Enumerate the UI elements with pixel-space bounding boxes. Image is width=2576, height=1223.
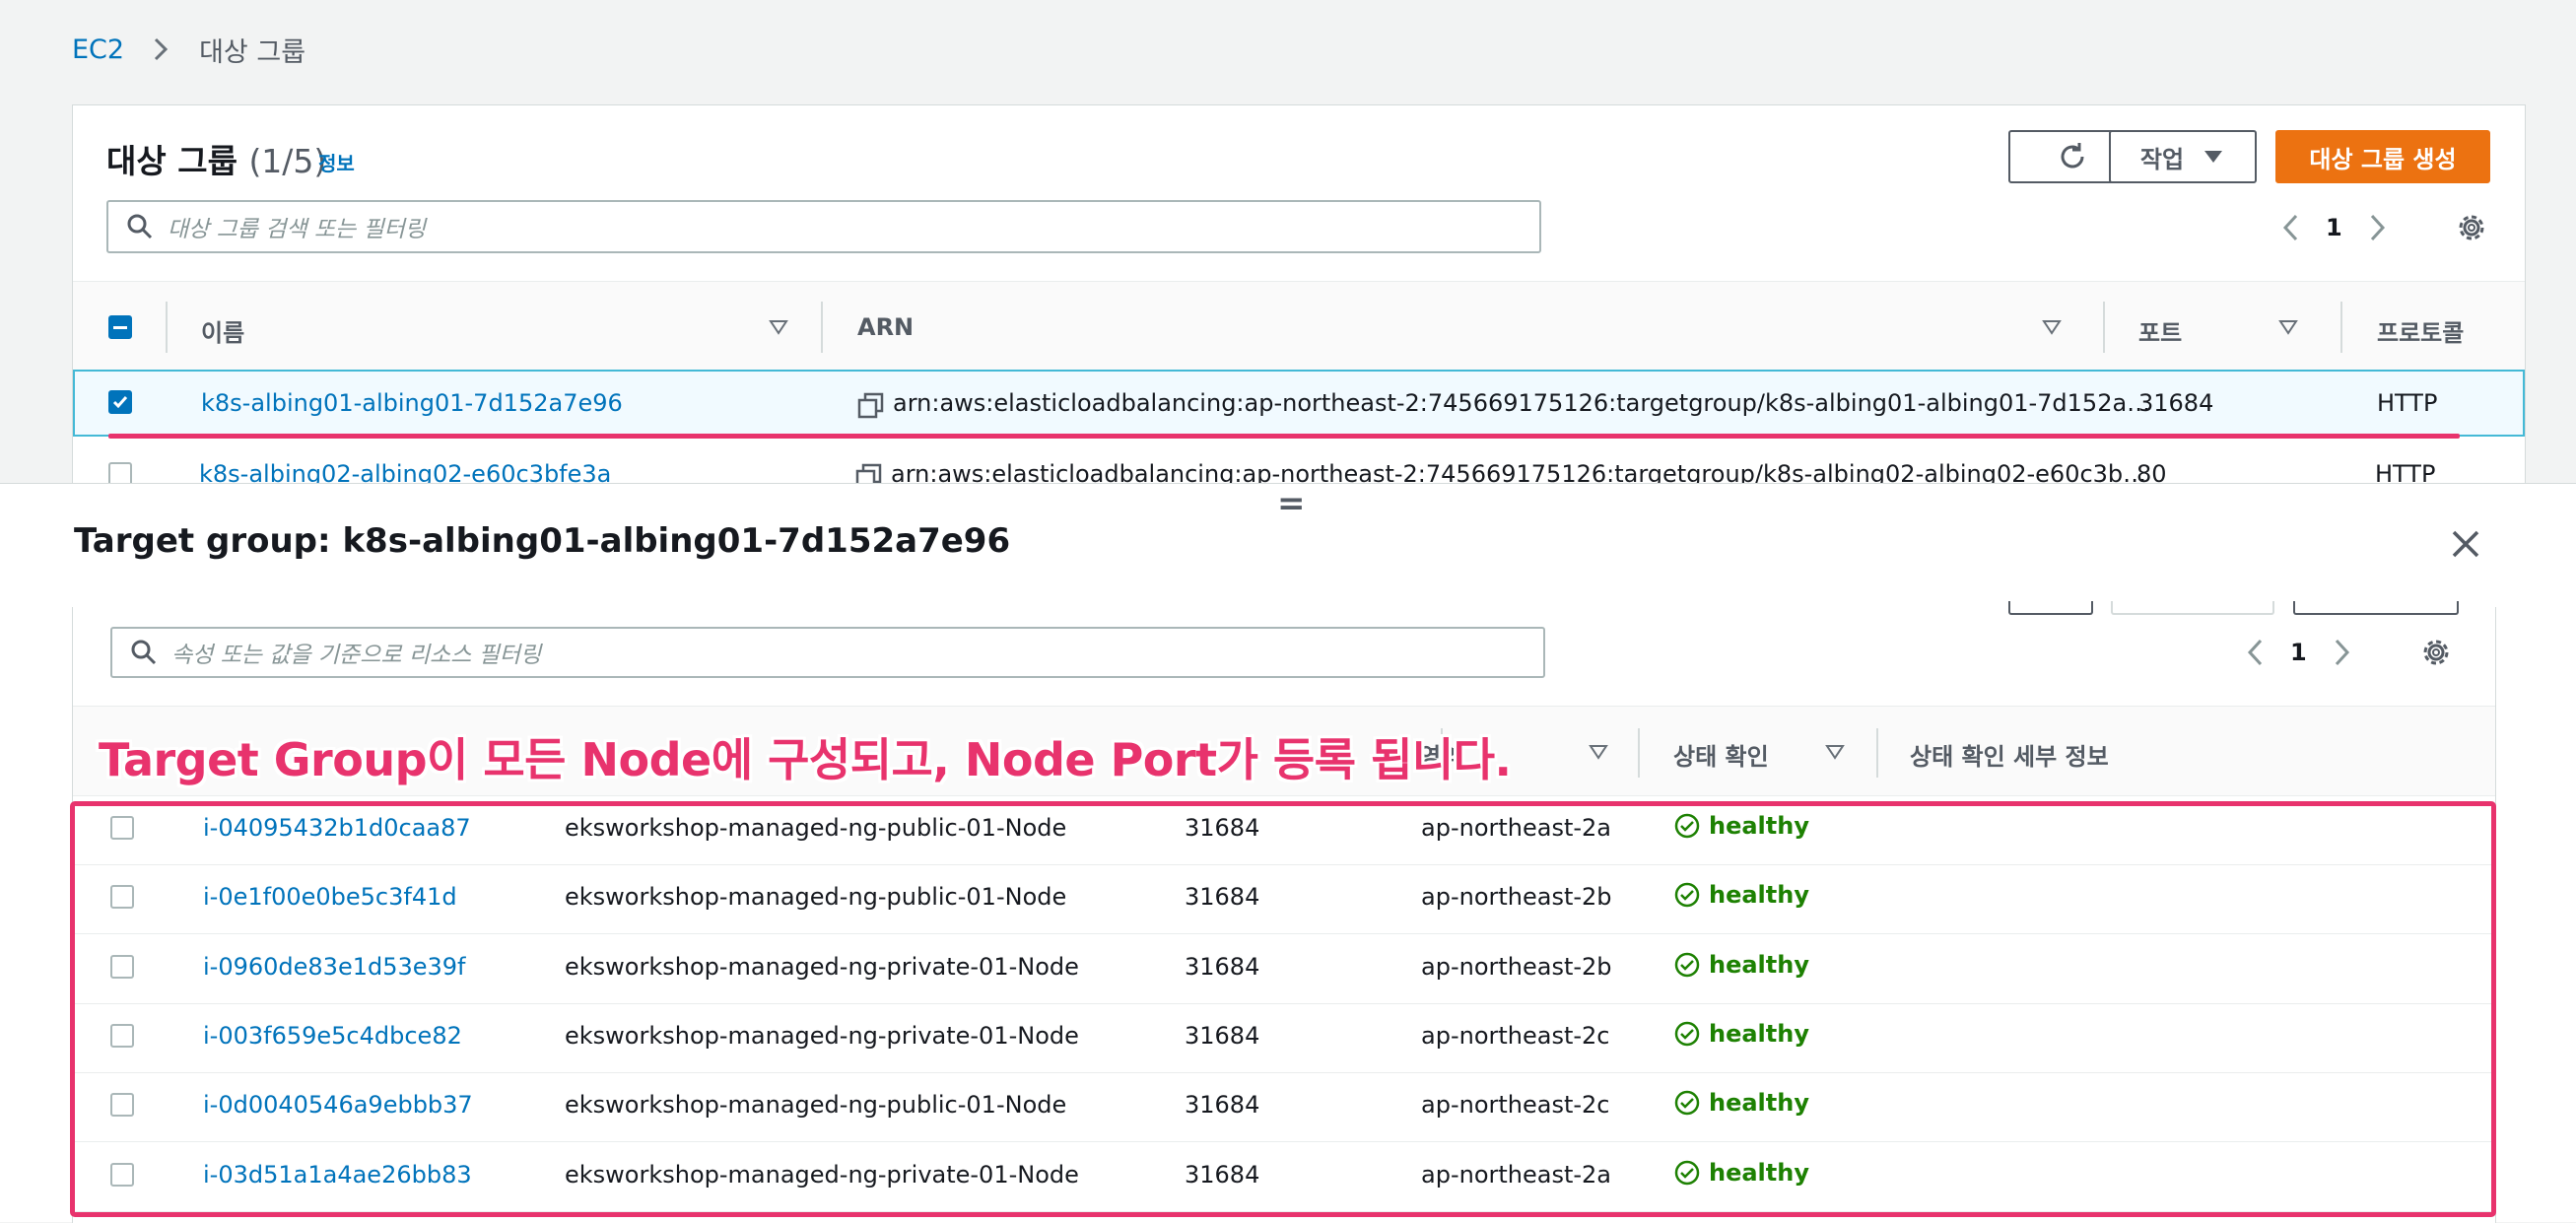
split-panel-title: Target group: k8s-albing01-albing01-7d15… xyxy=(74,521,1011,561)
panel-title: 대상 그룹 (1/5) xyxy=(106,142,327,180)
column-header-port[interactable]: 포트 xyxy=(2138,313,2182,348)
refresh-button[interactable] xyxy=(2008,601,2093,615)
target-group-search-input[interactable]: 대상 그룹 검색 또는 필터링 xyxy=(106,200,1541,253)
info-link[interactable]: 정보 xyxy=(318,148,355,176)
chevron-left-icon[interactable] xyxy=(2276,210,2306,245)
target-groups-panel: 대상 그룹 (1/5) 정보 작업 대상 그룹 생성 대상 그룹 검색 또는 필… xyxy=(72,104,2526,499)
column-header-arn[interactable]: ARN xyxy=(857,313,914,341)
annotation-text: Target Group이 모든 Node에 구성되고, Node Port가 … xyxy=(99,733,1512,786)
copy-icon[interactable] xyxy=(856,391,886,421)
column-header-health[interactable]: 상태 확인 xyxy=(1673,737,1769,772)
chevron-right-icon[interactable] xyxy=(2327,635,2356,670)
resource-filter-input[interactable]: 속성 또는 값을 기준으로 리소스 필터링 xyxy=(110,627,1545,678)
chevron-right-icon[interactable] xyxy=(2362,210,2392,245)
gear-icon[interactable] xyxy=(2418,635,2454,670)
refresh-icon xyxy=(2061,143,2084,169)
pagination: 1 xyxy=(2241,633,2356,672)
protocol-value: HTTP xyxy=(2377,389,2438,417)
split-panel-resize-handle[interactable]: = xyxy=(1277,484,1306,523)
target-group-table-header: 이름 ARN 포트 프로토콜 xyxy=(73,281,2525,372)
deregister-button[interactable] xyxy=(2111,601,2274,615)
arn-value: arn:aws:elasticloadbalancing:ap-northeas… xyxy=(893,389,2151,417)
column-header-health-details[interactable]: 상태 확인 세부 정보 xyxy=(1910,737,2109,772)
breadcrumb-current: 대상 그룹 xyxy=(199,36,306,68)
table-row[interactable]: k8s-albing01-albing01-7d152a7e96 arn:aws… xyxy=(73,370,2525,437)
highlight-box xyxy=(70,801,2496,1217)
chevron-right-icon xyxy=(155,37,169,61)
column-header-protocol[interactable]: 프로토콜 xyxy=(2377,313,2464,348)
search-icon xyxy=(131,640,157,665)
actions-button[interactable]: 작업 xyxy=(2109,130,2257,183)
gear-icon[interactable] xyxy=(2454,210,2489,245)
target-group-name-link[interactable]: k8s-albing01-albing01-7d152a7e96 xyxy=(201,389,623,417)
sort-icon[interactable] xyxy=(1589,744,1608,760)
sort-icon[interactable] xyxy=(1825,744,1845,760)
column-header-name[interactable]: 이름 xyxy=(201,313,244,348)
current-page[interactable]: 1 xyxy=(2326,214,2342,241)
caret-down-icon xyxy=(2204,151,2223,163)
port-value: 31684 xyxy=(2138,389,2214,417)
select-all-checkbox[interactable] xyxy=(108,315,132,339)
split-panel: = Target group: k8s-albing01-albing01-7d… xyxy=(0,483,2576,1223)
chevron-left-icon[interactable] xyxy=(2241,635,2271,670)
register-targets-button[interactable] xyxy=(2293,601,2459,615)
sort-icon[interactable] xyxy=(2042,319,2062,335)
search-icon xyxy=(127,214,153,239)
current-page[interactable]: 1 xyxy=(2290,639,2307,666)
sort-icon[interactable] xyxy=(769,319,788,335)
create-target-group-button[interactable]: 대상 그룹 생성 xyxy=(2275,130,2490,183)
breadcrumb-ec2-link[interactable]: EC2 xyxy=(72,34,124,65)
close-icon[interactable] xyxy=(2450,528,2481,560)
pagination: 1 xyxy=(2276,208,2392,247)
row-checkbox[interactable] xyxy=(108,390,132,414)
sort-icon[interactable] xyxy=(2278,319,2298,335)
breadcrumb: EC2 대상 그룹 xyxy=(72,28,305,71)
selected-count: (1/5) xyxy=(248,142,327,180)
